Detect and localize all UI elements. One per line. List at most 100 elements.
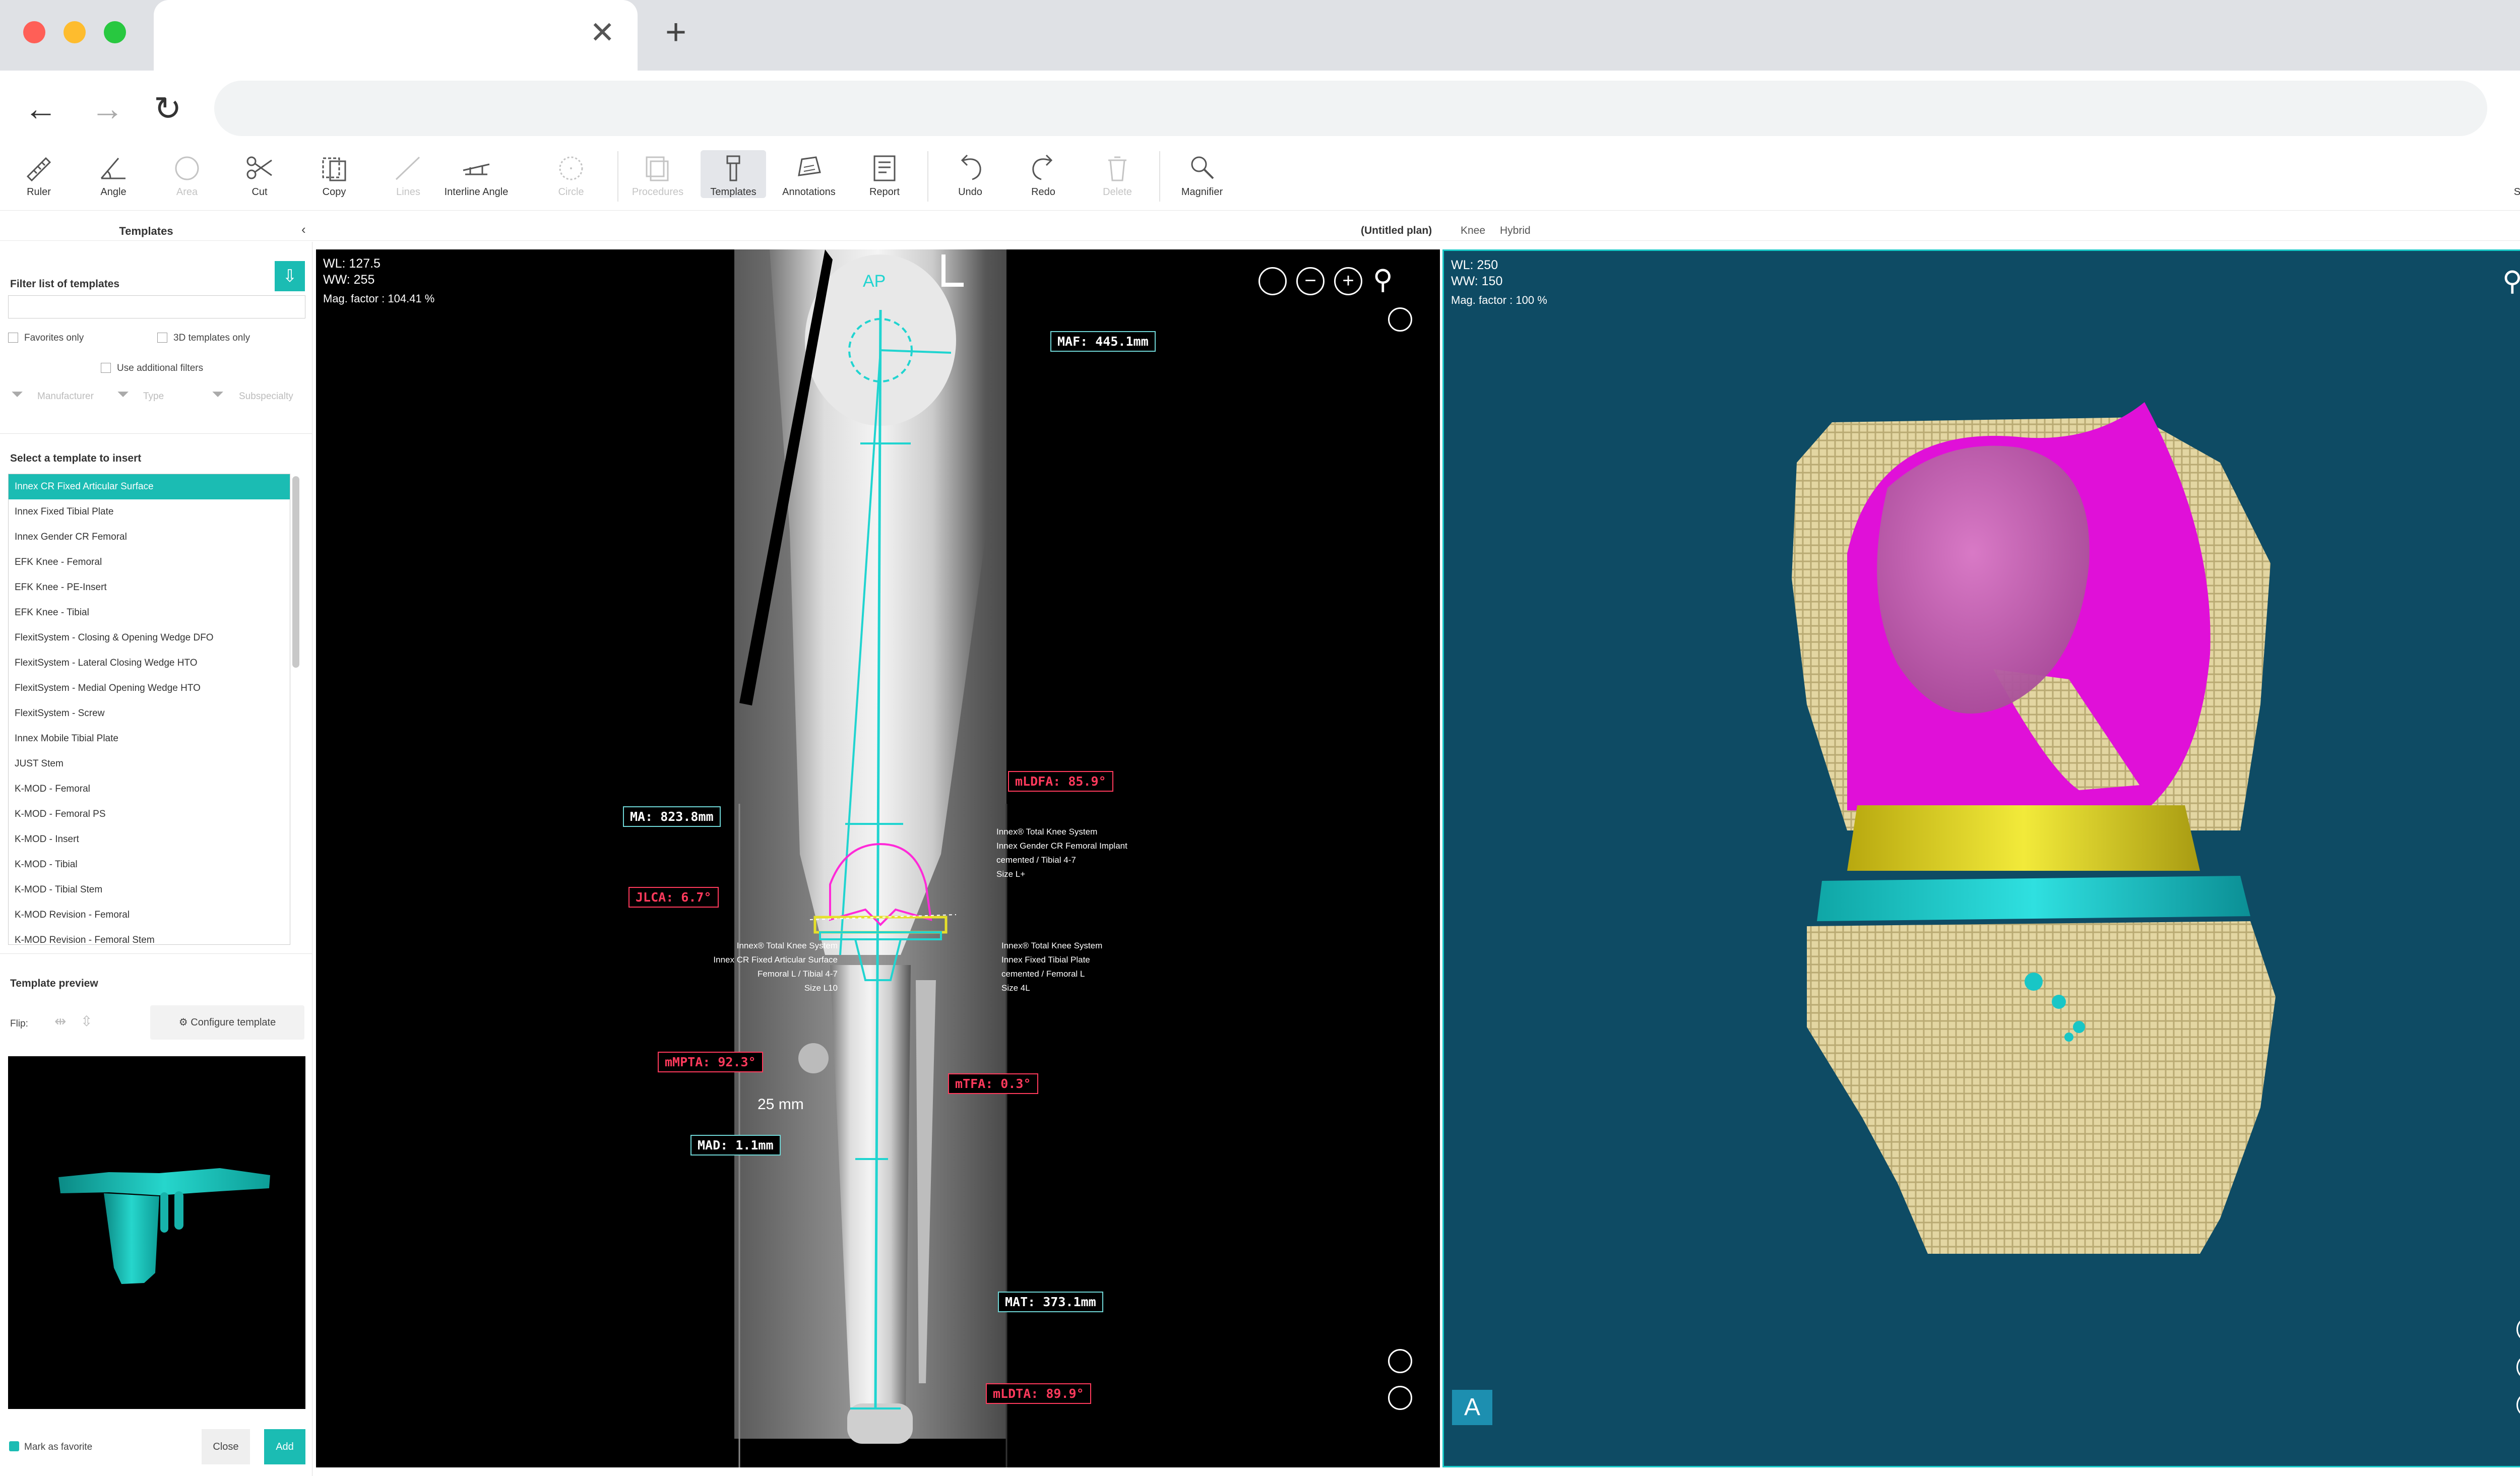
list-item[interactable]: K-MOD Revision - Femoral [9, 903, 290, 928]
label-jlca[interactable]: JLCA: 6.7° [628, 887, 719, 908]
list-item[interactable]: K-MOD - Femoral [9, 777, 290, 802]
download-button[interactable]: ⇩ [275, 261, 305, 291]
additional-filters-label: Use additional filters [117, 363, 204, 373]
tool-annotations[interactable]: Annotations [776, 150, 842, 198]
magnifier-icon[interactable]: ⚲ [2502, 265, 2520, 297]
magnifier-icon[interactable]: ⚲ [1373, 264, 1393, 295]
tool-redo[interactable]: Redo [1011, 150, 1076, 198]
label-mmpta[interactable]: mMPTA: 92.3° [658, 1052, 763, 1072]
note-line: Innex® Total Knee System [736, 941, 838, 950]
favorites-only-label: Favorites only [24, 333, 84, 343]
funnel-icon[interactable]: ⏷ [117, 386, 129, 403]
label-mldfa[interactable]: mLDFA: 85.9° [1008, 771, 1113, 792]
back-arrow-icon[interactable]: ← [24, 91, 57, 126]
tool-ruler[interactable]: Ruler [6, 150, 72, 198]
filter-type[interactable]: Type [143, 391, 164, 402]
list-item[interactable]: K-MOD - Insert [9, 827, 290, 852]
tool-procedures[interactable]: Procedures [625, 150, 690, 198]
plan-name[interactable]: (Untitled plan) [1361, 225, 1432, 237]
fit-view-icon[interactable] [1258, 267, 1287, 295]
flip-vertical-icon[interactable]: ⇳ [81, 1013, 92, 1030]
filter-manufacturer[interactable]: Manufacturer [37, 391, 94, 402]
close-icon[interactable]: ✕ [590, 15, 615, 50]
flip-horizontal-icon[interactable]: ⇹ [54, 1013, 66, 1030]
list-item[interactable]: Innex CR Fixed Articular Surface [9, 474, 290, 499]
tool-delete[interactable]: Delete [1085, 150, 1150, 198]
list-item[interactable]: FlexitSystem - Screw [9, 701, 290, 726]
zoom-out-icon[interactable]: − [1296, 267, 1325, 295]
tab-knee[interactable]: Knee [1461, 225, 1485, 237]
list-item[interactable]: EFK Knee - Femoral [9, 550, 290, 575]
invert-icon[interactable] [1388, 1349, 1412, 1373]
snapshot-button[interactable]: Snapshot [2502, 150, 2520, 198]
tool-circle[interactable]: Circle [538, 150, 604, 198]
funnel-icon[interactable]: ⏷ [11, 386, 23, 403]
window-close-dot[interactable] [23, 21, 45, 43]
redo-icon [1032, 154, 1053, 180]
favorites-only-checkbox[interactable] [8, 333, 18, 343]
tool-magnifier[interactable]: Magnifier [1169, 150, 1235, 198]
add-button[interactable]: Add [264, 1429, 305, 1464]
tab-hybrid[interactable]: Hybrid [1500, 225, 1531, 237]
tool-area[interactable]: Area [154, 150, 220, 198]
3d-only-checkbox[interactable] [157, 333, 167, 343]
list-item[interactable]: EFK Knee - PE-Insert [9, 575, 290, 600]
new-tab-icon[interactable]: + [665, 13, 686, 51]
contrast-icon[interactable] [1388, 1386, 1412, 1410]
label-mtfa[interactable]: mTFA: 0.3° [948, 1073, 1038, 1094]
tool-interline-angle[interactable]: Interline Angle [444, 150, 509, 198]
tool-undo[interactable]: Undo [937, 150, 1003, 198]
template-list[interactable]: Innex CR Fixed Articular Surface Innex Fi… [8, 474, 290, 945]
forward-arrow-icon[interactable]: → [91, 91, 124, 126]
label-ma[interactable]: MA: 823.8mm [623, 806, 721, 827]
tool-report[interactable]: Report [852, 150, 917, 198]
tool-label: Cut [251, 186, 268, 198]
line-icon [395, 156, 420, 180]
list-item[interactable]: FlexitSystem - Lateral Closing Wedge HTO [9, 651, 290, 676]
list-item[interactable]: FlexitSystem - Closing & Opening Wedge D… [9, 625, 290, 651]
3d-viewer[interactable]: WL: 250 WW: 150 Mag. factor : 100 % ⚲ A [1442, 249, 2520, 1467]
rotate-icon[interactable] [1388, 307, 1412, 332]
filter-input[interactable] [8, 295, 305, 318]
list-item[interactable]: Innex Mobile Tibial Plate [9, 726, 290, 751]
list-item[interactable]: JUST Stem [9, 751, 290, 777]
list-item[interactable]: K-MOD Revision - Femoral Stem [9, 928, 290, 944]
list-item[interactable]: Innex Gender CR Femoral [9, 525, 290, 550]
tool-templates[interactable]: Templates [701, 150, 766, 198]
xray-viewer[interactable]: WL: 127.5 WW: 255 Mag. factor : 104.41 %… [316, 249, 1440, 1467]
list-item[interactable]: Innex Fixed Tibial Plate [9, 499, 290, 525]
list-item[interactable]: K-MOD - Femoral PS [9, 802, 290, 827]
address-bar[interactable] [214, 81, 2487, 136]
tool-copy[interactable]: Copy [301, 150, 367, 198]
list-item[interactable]: FlexitSystem - Medial Opening Wedge HTO [9, 676, 290, 701]
configure-template-button[interactable]: ⚙ Configure template [150, 1005, 304, 1040]
favorite-checkbox[interactable] [9, 1441, 19, 1451]
list-item[interactable]: K-MOD - Tibial Stem [9, 877, 290, 903]
list-scrollbar[interactable] [292, 476, 299, 668]
label-maf[interactable]: MAF: 445.1mm [1050, 331, 1156, 352]
orientation-cube[interactable]: A [1452, 1390, 1492, 1425]
configure-label: Configure template [191, 1017, 276, 1028]
note-line: Femoral L / Tibial 4-7 [757, 969, 838, 979]
label-mldta[interactable]: mLDTA: 89.9° [986, 1383, 1091, 1404]
reload-icon[interactable]: ↻ [154, 91, 181, 126]
tool-lines[interactable]: Lines [375, 150, 441, 198]
scissors-icon [246, 156, 272, 179]
funnel-icon[interactable]: ⏷ [212, 386, 224, 403]
browser-tab[interactable] [154, 0, 638, 71]
tool-angle[interactable]: Angle [81, 150, 146, 198]
additional-filters-checkbox[interactable] [101, 363, 111, 373]
download-icon: ⇩ [282, 267, 297, 286]
close-button[interactable]: Close [202, 1429, 250, 1464]
collapse-panel-icon[interactable]: ‹ [301, 222, 306, 237]
zoom-in-icon[interactable]: + [1334, 267, 1362, 295]
window-minimize-dot[interactable] [64, 21, 86, 43]
label-mad[interactable]: MAD: 1.1mm [690, 1135, 781, 1156]
label-mat[interactable]: MAT: 373.1mm [998, 1292, 1103, 1312]
list-item[interactable]: EFK Knee - Tibial [9, 600, 290, 625]
note-line: Innex® Total Knee System [1001, 941, 1103, 950]
tool-cut[interactable]: Cut [227, 150, 292, 198]
window-maximize-dot[interactable] [104, 21, 126, 43]
filter-subspecialty[interactable]: Subspecialty [239, 391, 293, 402]
list-item[interactable]: K-MOD - Tibial [9, 852, 290, 877]
